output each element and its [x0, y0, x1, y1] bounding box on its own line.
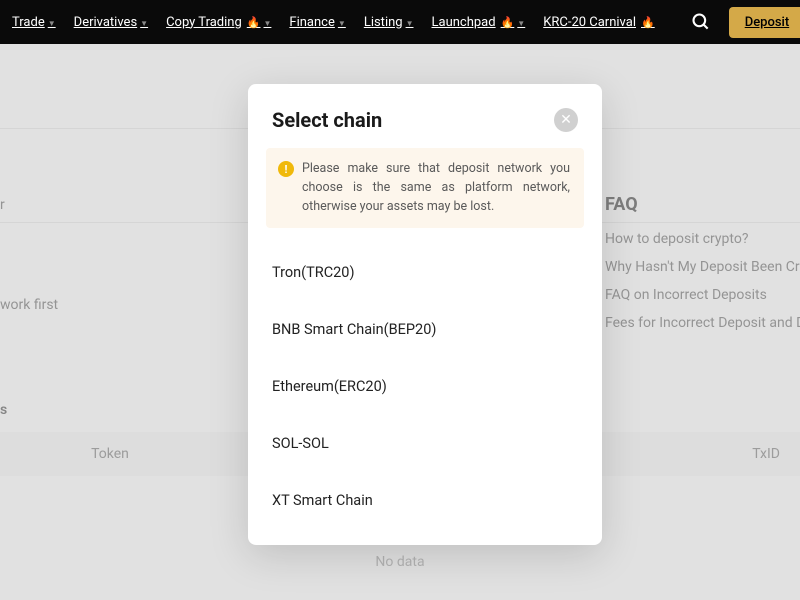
nav-krc20[interactable]: KRC-20 Carnival🔥 [543, 15, 654, 30]
search-icon [691, 12, 711, 32]
chain-option-sol[interactable]: SOL-SOL [248, 415, 602, 472]
nav-derivatives[interactable]: Derivatives▼ [74, 15, 148, 30]
chevron-down-icon: ▼ [406, 19, 414, 28]
chain-option-bnb[interactable]: BNB Smart Chain(BEP20) [248, 301, 602, 358]
fire-icon: 🔥 [501, 16, 515, 29]
chain-list[interactable]: Tron(TRC20) BNB Smart Chain(BEP20) Ether… [248, 236, 602, 545]
warning-text: Please make sure that deposit network yo… [302, 160, 570, 216]
chain-option-xt[interactable]: XT Smart Chain [248, 472, 602, 529]
search-button[interactable] [691, 8, 711, 36]
chevron-down-icon: ▼ [338, 19, 346, 28]
close-button[interactable]: ✕ [554, 108, 578, 132]
warning-icon: ! [278, 161, 294, 177]
chain-option-ethereum[interactable]: Ethereum(ERC20) [248, 358, 602, 415]
nav-launchpad[interactable]: Launchpad🔥▼ [432, 15, 526, 30]
select-chain-modal: Select chain ✕ ! Please make sure that d… [248, 84, 602, 545]
modal-title: Select chain [272, 108, 382, 132]
chevron-down-icon: ▼ [263, 19, 271, 28]
chevron-down-icon: ▼ [48, 19, 56, 28]
nav-copy-trading[interactable]: Copy Trading🔥▼ [166, 15, 271, 30]
deposit-button[interactable]: Deposit [729, 7, 800, 38]
warning-box: ! Please make sure that deposit network … [266, 148, 584, 228]
top-nav: Trade▼ Derivatives▼ Copy Trading🔥▼ Finan… [0, 0, 800, 44]
chevron-down-icon: ▼ [517, 19, 525, 28]
nav-listing[interactable]: Listing▼ [364, 15, 414, 30]
chain-option-tron[interactable]: Tron(TRC20) [248, 244, 602, 301]
nav-finance[interactable]: Finance▼ [289, 15, 345, 30]
fire-icon: 🔥 [641, 16, 655, 29]
chevron-down-icon: ▼ [140, 19, 148, 28]
nav-trade[interactable]: Trade▼ [12, 15, 56, 30]
fire-icon: 🔥 [247, 16, 261, 29]
close-icon: ✕ [560, 113, 572, 127]
